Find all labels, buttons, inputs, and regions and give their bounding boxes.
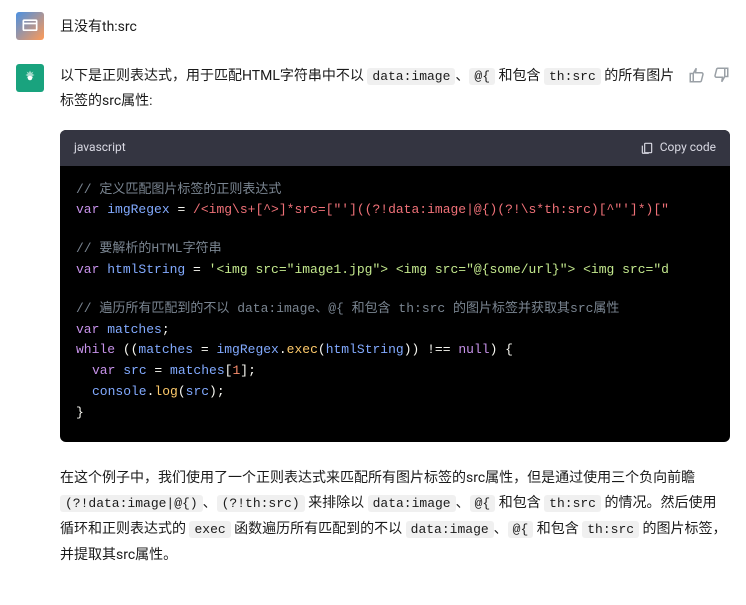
code-console: console bbox=[92, 384, 147, 399]
thumbs-down-icon[interactable] bbox=[712, 66, 730, 84]
exp-s3: 、 bbox=[456, 495, 470, 511]
code-lang-label: javascript bbox=[74, 138, 126, 157]
code-close-cond: ) { bbox=[490, 342, 513, 357]
code-op: = bbox=[185, 262, 208, 277]
code-dot: . bbox=[279, 342, 287, 357]
exp-c7: data:image bbox=[406, 521, 494, 538]
intro-sep1: 、 bbox=[455, 68, 469, 84]
exp-s6: 函数遍历所有匹配到的不以 bbox=[231, 521, 406, 537]
code-var: matches bbox=[138, 342, 193, 357]
code-semi: ; bbox=[217, 384, 225, 399]
user-message: 且没有th:src bbox=[16, 12, 730, 40]
exp-c8: @{ bbox=[508, 521, 534, 538]
code-var: src bbox=[123, 363, 146, 378]
exp-s7: 、 bbox=[494, 521, 508, 537]
bot-message: 以下是正则表达式，用于匹配HTML字符串中不以 data:image、@{ 和包… bbox=[16, 64, 730, 569]
code-semi: ; bbox=[248, 363, 256, 378]
intro-code2: @{ bbox=[469, 68, 495, 85]
bot-explanation: 在这个例子中，我们使用了一个正则表达式来匹配所有图片标签的src属性，但是通过使… bbox=[60, 466, 730, 570]
exp-s8: 和包含 bbox=[533, 521, 582, 537]
code-rp: ) bbox=[404, 342, 412, 357]
feedback-actions bbox=[688, 64, 730, 84]
code-keyword: var bbox=[76, 262, 99, 277]
user-content: 且没有th:src bbox=[60, 12, 730, 38]
exp-s4: 和包含 bbox=[495, 495, 544, 511]
code-null: null bbox=[458, 342, 489, 357]
code-bracket: ] bbox=[240, 363, 248, 378]
exp-c4: @{ bbox=[470, 495, 496, 512]
intro-sep2: 和包含 bbox=[495, 68, 544, 84]
exp-c2: (?!th:src) bbox=[217, 495, 305, 512]
exp-c9: th:src bbox=[582, 521, 639, 538]
code-comment: // 定义匹配图片标签的正则表达式 bbox=[76, 182, 281, 197]
bot-avatar bbox=[16, 64, 44, 92]
exp-s2: 来排除以 bbox=[305, 495, 368, 511]
user-avatar bbox=[16, 12, 44, 40]
code-lp: ( bbox=[178, 384, 186, 399]
code-op: = bbox=[170, 202, 193, 217]
bot-intro-text: 以下是正则表达式，用于匹配HTML字符串中不以 data:image、@{ 和包… bbox=[60, 64, 676, 114]
code-var: htmlString bbox=[326, 342, 404, 357]
code-semi: ; bbox=[162, 322, 170, 337]
code-keyword: while bbox=[76, 342, 115, 357]
code-comment: // 要解析的HTML字符串 bbox=[76, 241, 222, 256]
code-cmp: ) !== bbox=[412, 342, 459, 357]
user-text: 且没有th:src bbox=[60, 12, 730, 38]
code-block: javascript Copy code // 定义匹配图片标签的正则表达式 va… bbox=[60, 130, 730, 441]
code-var: htmlString bbox=[107, 262, 185, 277]
exp-c6: exec bbox=[189, 521, 230, 538]
code-op: = bbox=[147, 363, 170, 378]
code-keyword: var bbox=[76, 322, 99, 337]
bot-content: 以下是正则表达式，用于匹配HTML字符串中不以 data:image、@{ 和包… bbox=[60, 64, 730, 569]
code-method: log bbox=[154, 384, 177, 399]
intro-part1: 以下是正则表达式，用于匹配HTML字符串中不以 bbox=[60, 68, 367, 84]
bot-header-row: 以下是正则表达式，用于匹配HTML字符串中不以 data:image、@{ 和包… bbox=[60, 64, 730, 114]
exp-c1: (?!data:image|@{) bbox=[60, 495, 203, 512]
exp-t1: 在这个例子中，我们使用了一个正则表达式来匹配所有图片标签的src属性，但是通过使… bbox=[60, 470, 695, 486]
clipboard-icon bbox=[640, 141, 654, 155]
exp-s1: 、 bbox=[203, 495, 217, 511]
code-close-brace: } bbox=[76, 405, 84, 420]
code-header: javascript Copy code bbox=[60, 130, 730, 165]
code-var: matches bbox=[107, 322, 162, 337]
code-op: (( bbox=[115, 342, 138, 357]
code-rp: ) bbox=[209, 384, 217, 399]
chat-container: 且没有th:src 以下是正则表达式，用于匹配HTML字符串中不以 data:i… bbox=[0, 0, 746, 605]
code-var: imgRegex bbox=[216, 342, 278, 357]
code-comment: // 遍历所有匹配到的不以 data:image、@{ 和包含 th:src 的… bbox=[76, 301, 619, 316]
code-keyword: var bbox=[92, 363, 115, 378]
copy-code-button[interactable]: Copy code bbox=[640, 138, 716, 157]
intro-code1: data:image bbox=[367, 68, 455, 85]
code-var: imgRegex bbox=[107, 202, 169, 217]
exp-c5: th:src bbox=[544, 495, 601, 512]
thumbs-up-icon[interactable] bbox=[688, 66, 706, 84]
code-body[interactable]: // 定义匹配图片标签的正则表达式 var imgRegex = /<img\s+… bbox=[60, 166, 730, 442]
code-method: exec bbox=[287, 342, 318, 357]
code-op: = bbox=[193, 342, 216, 357]
code-keyword: var bbox=[76, 202, 99, 217]
code-var: src bbox=[186, 384, 209, 399]
code-string: '<img src="image1.jpg"> <img src="@{some… bbox=[209, 262, 669, 277]
code-lp: ( bbox=[318, 342, 326, 357]
intro-code3: th:src bbox=[544, 68, 601, 85]
code-regex: /<img\s+[^>]*src=["']((?!data:image|@{)(… bbox=[193, 202, 669, 217]
copy-code-label: Copy code bbox=[660, 138, 716, 157]
exp-c3: data:image bbox=[368, 495, 456, 512]
code-var: matches bbox=[170, 363, 225, 378]
